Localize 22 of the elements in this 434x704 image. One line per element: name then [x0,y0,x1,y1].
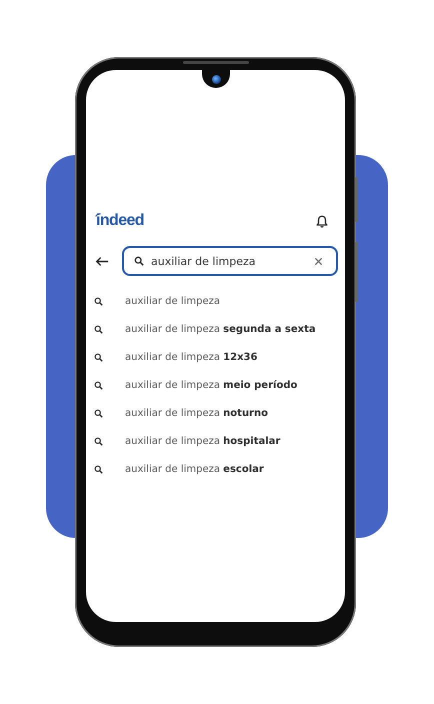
suggestion-item[interactable]: auxiliar de limpeza hospitalar [125,436,280,446]
back-arrow-icon[interactable] [95,256,109,266]
suggestion-item[interactable]: auxiliar de limpeza segunda a sexta [125,324,316,334]
suggestion-item[interactable]: auxiliar de limpeza noturno [125,408,268,418]
search-icon [94,380,103,390]
speaker-grille [183,61,249,64]
bell-icon[interactable] [315,214,329,228]
camera-notch [202,70,230,88]
logo-arc-icon [95,213,101,217]
search-icon [94,296,103,306]
suggestion-item[interactable]: auxiliar de limpeza [125,296,220,306]
clear-icon[interactable] [314,257,323,266]
suggestion-item[interactable]: auxiliar de limpeza meio período [125,380,298,390]
search-icon [94,408,103,418]
search-field[interactable]: auxiliar de limpeza [122,246,338,276]
search-icon [94,436,103,446]
suggestion-item[interactable]: auxiliar de limpeza escolar [125,464,264,474]
search-icon [94,464,103,474]
search-icon [94,324,103,334]
search-icon [94,352,103,362]
suggestion-item[interactable]: auxiliar de limpeza 12x36 [125,352,258,362]
logo[interactable]: indeed [96,212,144,230]
